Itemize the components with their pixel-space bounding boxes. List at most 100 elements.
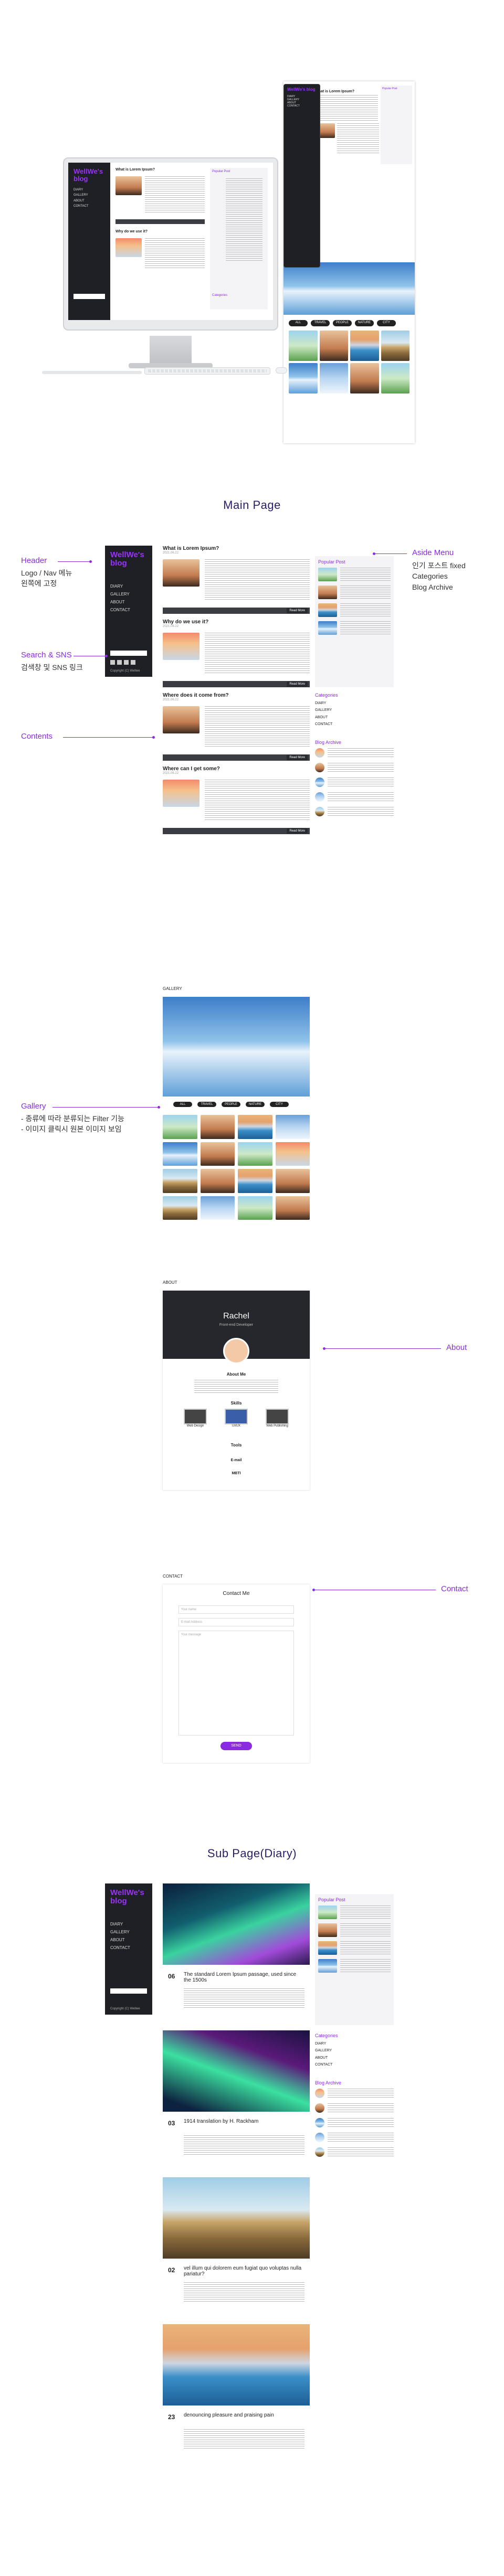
gallery-image[interactable] (163, 1169, 197, 1193)
tablet-gallery-img[interactable] (350, 331, 379, 361)
diary-image[interactable] (163, 2030, 310, 2112)
archive-item[interactable] (315, 2147, 394, 2157)
sub-menu-gallery[interactable]: GALLERY (110, 1928, 147, 1936)
category-gallery[interactable]: GALLERY (315, 707, 394, 714)
main-menu-contact[interactable]: CONTACT (110, 606, 147, 614)
send-button[interactable]: SEND (220, 1742, 252, 1750)
category-contact[interactable]: CONTACT (315, 2061, 394, 2068)
gallery-image[interactable] (275, 1115, 310, 1139)
category-contact[interactable]: CONTACT (315, 721, 394, 728)
sub-search-input[interactable] (110, 1988, 147, 1994)
monitor-menu-contact[interactable]: CONTACT (74, 204, 105, 209)
archive-item[interactable] (315, 2118, 394, 2127)
filter-nature[interactable]: NATURE (246, 1102, 265, 1107)
read-more-button[interactable]: Read More (287, 608, 308, 613)
tablet-gallery-img[interactable] (319, 331, 348, 361)
facebook-icon[interactable] (117, 660, 122, 665)
popular-item[interactable] (318, 586, 391, 599)
tablet-filter-nature[interactable]: NATURE (355, 320, 374, 326)
read-more-button[interactable]: Read More (287, 755, 308, 760)
popular-item[interactable] (318, 1959, 391, 1973)
tablet-gallery-img[interactable] (381, 331, 410, 361)
category-about[interactable]: ABOUT (315, 2055, 394, 2061)
tablet-filter-travel[interactable]: TRAVEL (311, 320, 330, 326)
diary-image[interactable] (163, 2324, 310, 2405)
monitor-menu-gallery[interactable]: GALLERY (74, 193, 105, 198)
category-diary[interactable]: DIARY (315, 700, 394, 707)
tablet-filter-city[interactable]: CITY (377, 320, 396, 326)
tablet-gallery-img[interactable] (319, 363, 348, 393)
gallery-image[interactable] (275, 1142, 310, 1166)
youtube-icon[interactable] (131, 660, 135, 665)
gallery-image[interactable] (275, 1196, 310, 1220)
read-more-button[interactable]: Read More (287, 828, 308, 834)
filter-travel[interactable]: TRAVEL (197, 1102, 216, 1107)
archive-item[interactable] (315, 2089, 394, 2098)
monitor-menu-diary[interactable]: DIARY (74, 187, 105, 193)
category-gallery[interactable]: GALLERY (315, 2047, 394, 2054)
filter-all[interactable]: ALL (173, 1102, 192, 1107)
archive-item[interactable] (315, 778, 394, 787)
archive-item[interactable] (315, 792, 394, 802)
gallery-image[interactable] (238, 1196, 272, 1220)
tablet-gallery-img[interactable] (381, 363, 410, 393)
popular-item[interactable] (318, 1941, 391, 1955)
gallery-image[interactable] (238, 1142, 272, 1166)
archive-item[interactable] (315, 2133, 394, 2142)
popular-item[interactable] (318, 1923, 391, 1937)
gallery-image[interactable] (163, 1115, 197, 1139)
filter-city[interactable]: CITY (270, 1102, 289, 1107)
tablet-gallery-img[interactable] (289, 363, 318, 393)
sub-menu-contact[interactable]: CONTACT (110, 1944, 147, 1952)
instagram-icon[interactable] (110, 660, 115, 665)
post-title[interactable]: What is Lorem Ipsum? (163, 546, 310, 551)
archive-item[interactable] (315, 763, 394, 772)
monitor-search-input[interactable] (74, 294, 105, 299)
archive-item[interactable] (315, 2103, 394, 2113)
main-menu-gallery[interactable]: GALLERY (110, 590, 147, 598)
diary-title[interactable]: The standard Lorem Ipsum passage, used s… (184, 1972, 304, 1983)
gallery-image[interactable] (163, 1142, 197, 1166)
popular-item[interactable] (318, 603, 391, 617)
diary-title[interactable]: vel illum qui dolorem eum fugiat quo vol… (184, 2265, 304, 2277)
diary-image[interactable] (163, 1883, 310, 1965)
tablet-gallery-img[interactable] (289, 331, 318, 361)
tablet-gallery-img[interactable] (350, 363, 379, 393)
main-search-input[interactable] (110, 651, 147, 656)
gallery-image[interactable] (238, 1115, 272, 1139)
message-field[interactable]: Your message (178, 1631, 294, 1736)
main-menu-diary[interactable]: DIARY (110, 582, 147, 590)
category-about[interactable]: ABOUT (315, 714, 394, 721)
popular-item[interactable] (318, 621, 391, 635)
diary-title[interactable]: denouncing pleasure and praising pain (184, 2412, 304, 2418)
gallery-image[interactable] (238, 1169, 272, 1193)
sub-menu-diary[interactable]: DIARY (110, 1920, 147, 1928)
archive-item[interactable] (315, 748, 394, 758)
gallery-image[interactable] (163, 1196, 197, 1220)
post-thumb[interactable] (163, 780, 200, 807)
tablet-filter-people[interactable]: PEOPLE (333, 320, 352, 326)
popular-item[interactable] (318, 568, 391, 581)
gallery-image[interactable] (275, 1169, 310, 1193)
diary-title[interactable]: 1914 translation by H. Rackham (184, 2119, 304, 2124)
twitter-icon[interactable] (124, 660, 129, 665)
filter-people[interactable]: PEOPLE (222, 1102, 240, 1107)
name-field[interactable]: Your name (178, 1605, 294, 1614)
post-title[interactable]: Where can I get some? (163, 766, 310, 772)
post-thumb[interactable] (163, 559, 200, 587)
read-more-button[interactable]: Read More (287, 682, 308, 687)
post-title[interactable]: Where does it come from? (163, 693, 310, 698)
category-diary[interactable]: DIARY (315, 2040, 394, 2047)
gallery-image[interactable] (200, 1196, 235, 1220)
gallery-image[interactable] (200, 1142, 235, 1166)
diary-image[interactable] (163, 2177, 310, 2259)
post-thumb[interactable] (163, 706, 200, 733)
phone-menu-contact[interactable]: CONTACT (287, 104, 317, 108)
gallery-image[interactable] (200, 1115, 235, 1139)
gallery-image[interactable] (200, 1169, 235, 1193)
popular-item[interactable] (318, 1906, 391, 1919)
monitor-menu-about[interactable]: ABOUT (74, 198, 105, 204)
archive-item[interactable] (315, 807, 394, 816)
sub-menu-about[interactable]: ABOUT (110, 1936, 147, 1944)
post-title[interactable]: Why do we use it? (163, 619, 310, 625)
